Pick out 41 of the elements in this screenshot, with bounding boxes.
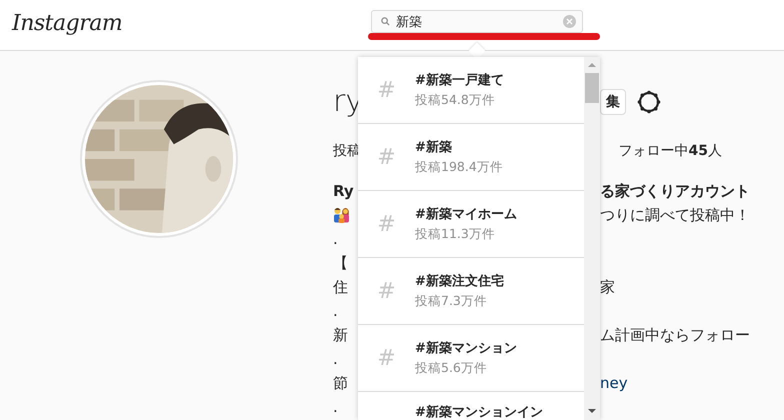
hashtag-name: #新築一戸建て: [415, 72, 504, 90]
bio-text: 節: [333, 373, 348, 394]
instagram-logo[interactable]: Instagram: [12, 9, 122, 39]
bio-text: 【: [333, 253, 348, 274]
bio-text: ム計画中ならフォロー: [600, 326, 750, 344]
settings-icon[interactable]: [636, 89, 662, 115]
bio-text: .: [333, 349, 338, 370]
hashtag-symbol: #: [376, 144, 397, 170]
scrollbar[interactable]: [584, 57, 600, 420]
post-count: 投稿54.8万件: [415, 91, 496, 109]
clear-icon[interactable]: [563, 15, 576, 28]
bio-text: 家: [600, 278, 615, 296]
bio-link[interactable]: ney: [600, 374, 628, 392]
bio-text: .: [333, 229, 338, 250]
edit-profile-button[interactable]: 集: [600, 89, 626, 115]
hashtag-symbol: #: [376, 78, 397, 102]
hashtag-symbol: #: [376, 212, 397, 236]
hashtag-name: #新築マンションイン: [415, 405, 543, 420]
scroll-up-icon[interactable]: [588, 63, 596, 67]
hashtag-name: #新築注文住宅: [415, 272, 504, 291]
scrollbar-thumb[interactable]: [585, 73, 599, 103]
scroll-down-icon[interactable]: [588, 409, 596, 413]
hashtag-name: #新築マイホーム: [415, 206, 517, 224]
hashtag-symbol: #: [376, 278, 397, 304]
bio-text: 住: [333, 277, 348, 298]
post-count: 投稿5.6万件: [415, 359, 488, 377]
post-count: 投稿11.3万件: [415, 225, 496, 243]
bio-text: Ry: [333, 181, 354, 202]
bio-text: る家づくりアカウント: [600, 182, 750, 200]
bio-text: 新: [333, 325, 348, 346]
post-count: 投稿198.4万件: [415, 158, 503, 176]
stat-text: フォロー中45人: [618, 142, 722, 160]
suggestion-item[interactable]: #新築マンションイン: [358, 392, 584, 420]
post-count: 投稿7.3万件: [415, 292, 488, 310]
bio-text: つりに調べて投稿中！: [600, 206, 750, 224]
bio-text: .: [333, 397, 338, 418]
hashtag-name: #新築: [415, 138, 453, 157]
search-field[interactable]: 新築: [371, 10, 583, 33]
hashtag-symbol: #: [376, 346, 397, 370]
bio-text: .: [333, 301, 338, 322]
hashtag-name: #新築マンション: [415, 340, 517, 358]
